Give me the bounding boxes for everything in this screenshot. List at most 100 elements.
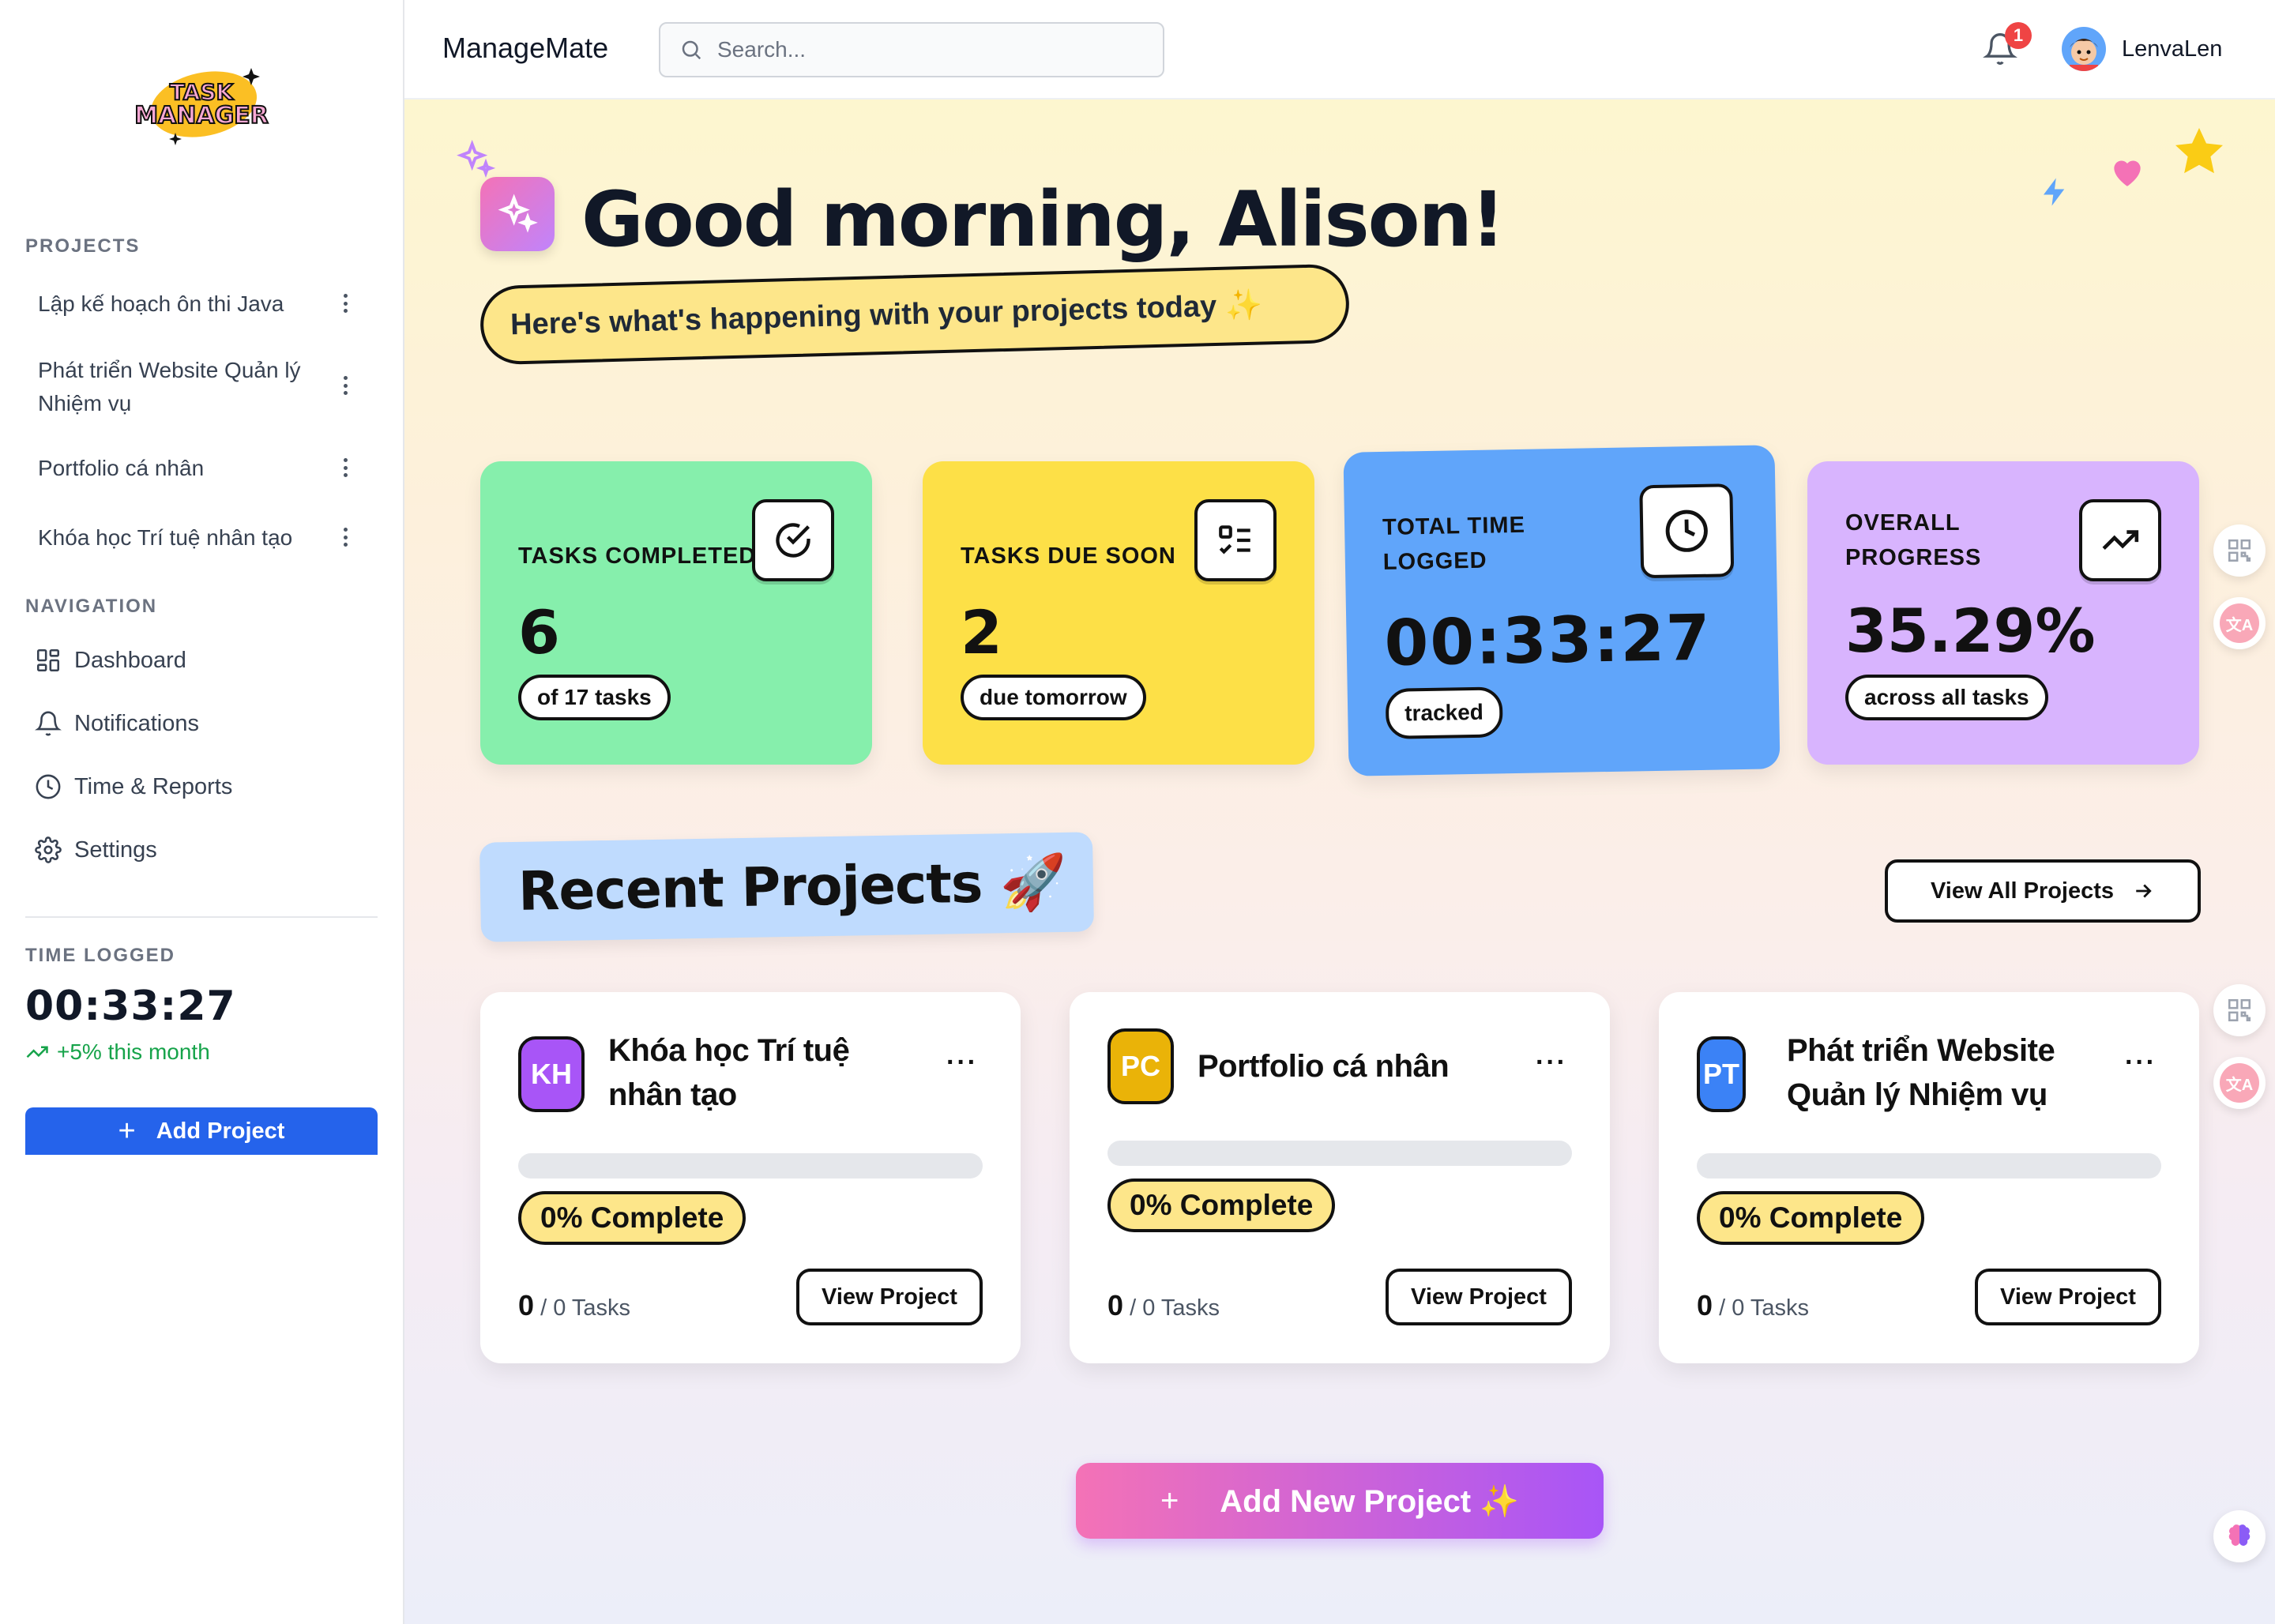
stat-label: TOTAL TIME LOGGED: [1382, 512, 1526, 575]
project-menu-icon[interactable]: [338, 523, 352, 551]
sidebar-project-item[interactable]: Phát triển Website Quản lý Nhiệm vụ: [38, 354, 338, 420]
stat-card-tasks-completed[interactable]: TASKS COMPLETED 6 of 17 tasks: [480, 461, 872, 765]
project-menu-icon[interactable]: [338, 289, 352, 318]
project-menu-icon[interactable]: [338, 453, 352, 482]
nav-label: Dashboard: [74, 647, 186, 673]
more-options-icon[interactable]: ···: [1536, 1047, 1567, 1078]
tasks-total: / 0 Tasks: [540, 1295, 630, 1321]
check-circle-icon: [752, 499, 834, 581]
project-initials-avatar: PC: [1107, 1028, 1174, 1104]
qr-scan-icon[interactable]: [2213, 524, 2266, 577]
project-task-count: 0 / 0 Tasks: [518, 1289, 630, 1322]
plus-icon: +: [1160, 1483, 1179, 1518]
stat-label: TASKS COMPLETED: [518, 543, 757, 569]
stat-card-tasks-due[interactable]: TASKS DUE SOON 2 due tomorrow: [923, 461, 1314, 765]
translate-icon[interactable]: 文A: [2213, 597, 2266, 649]
search-input[interactable]: [717, 37, 1144, 62]
project-initials-avatar: KH: [518, 1036, 585, 1112]
stat-card-total-time[interactable]: TOTAL TIME LOGGED 00:33:27 tracked: [1343, 445, 1781, 776]
tasks-done: 0: [518, 1289, 535, 1321]
stat-value: 35.29%: [1845, 596, 2096, 666]
nav-label: Notifications: [74, 710, 199, 736]
add-new-project-label: Add New Project ✨: [1220, 1483, 1520, 1519]
app-name[interactable]: ManageMate: [442, 32, 608, 65]
project-task-count: 0 / 0 Tasks: [1107, 1289, 1220, 1322]
view-all-label: View All Projects: [1930, 878, 2115, 904]
checklist-icon: [1194, 499, 1277, 581]
navigation-section-label: NAVIGATION: [25, 596, 158, 617]
project-card-name[interactable]: Phát triển Website Quản lý Nhiệm vụ: [1787, 1028, 2087, 1117]
arrow-right-icon: [2136, 884, 2152, 898]
topbar: ManageMate 1 LenvaLen: [404, 0, 2275, 100]
project-card[interactable]: PC Portfolio cá nhân ··· 0% Complete 0 /…: [1070, 992, 1610, 1363]
nav-settings[interactable]: Settings: [35, 833, 157, 867]
star-icon: [2175, 128, 2223, 174]
project-progress-bar: [1107, 1141, 1572, 1166]
stat-subtext: tracked: [1385, 686, 1503, 739]
stat-value: 00:33:27: [1383, 600, 1713, 680]
tasks-total: / 0 Tasks: [1719, 1295, 1809, 1321]
trending-up-icon: [26, 1046, 48, 1058]
time-logged-value: 00:33:27: [25, 983, 236, 1030]
project-card-name[interactable]: Khóa học Trí tuệ nhân tạo: [608, 1028, 908, 1117]
more-options-icon[interactable]: ···: [946, 1047, 978, 1078]
project-percent-badge: 0% Complete: [518, 1191, 746, 1245]
add-new-project-button[interactable]: + Add New Project ✨: [1076, 1463, 1604, 1539]
trending-up-icon: [2079, 499, 2161, 581]
project-menu-icon[interactable]: [338, 371, 352, 400]
stat-label: TASKS DUE SOON: [961, 543, 1176, 569]
greeting-heading: Good morning, Alison!: [581, 175, 1506, 264]
add-project-button[interactable]: + Add Project: [25, 1107, 378, 1155]
sparkle-badge-icon: [480, 177, 555, 251]
add-project-label: Add Project: [156, 1118, 285, 1144]
search-icon: [682, 40, 701, 60]
sparkle-icon: [457, 140, 496, 179]
nav-time-reports[interactable]: Time & Reports: [35, 769, 232, 804]
project-percent-badge: 0% Complete: [1697, 1191, 1925, 1245]
search-box[interactable]: [659, 22, 1164, 77]
project-task-count: 0 / 0 Tasks: [1697, 1289, 1809, 1322]
brain-assistant-icon[interactable]: [2213, 1510, 2266, 1562]
project-card[interactable]: KH Khóa học Trí tuệ nhân tạo ··· 0% Comp…: [480, 992, 1021, 1363]
stat-subtext: of 17 tasks: [518, 675, 671, 720]
more-options-icon[interactable]: ···: [2125, 1047, 2157, 1078]
task-manager-logo[interactable]: TASK MANAGER: [118, 60, 284, 147]
greeting-subtitle: Here's what's happening with your projec…: [479, 263, 1351, 366]
stat-subtext: across all tasks: [1845, 675, 2048, 720]
username[interactable]: LenvaLen: [2122, 36, 2222, 62]
view-project-button[interactable]: View Project: [1386, 1269, 1572, 1325]
sidebar-divider: [25, 916, 378, 918]
clock-icon: [36, 774, 61, 799]
tasks-done: 0: [1697, 1289, 1713, 1321]
stat-subtext: due tomorrow: [961, 675, 1146, 720]
lightning-icon: [2044, 178, 2065, 206]
project-percent-badge: 0% Complete: [1107, 1179, 1336, 1232]
project-initials-avatar: PT: [1697, 1036, 1746, 1112]
project-card[interactable]: PT Phát triển Website Quản lý Nhiệm vụ ·…: [1659, 992, 2199, 1363]
stat-label: OVERALL PROGRESS: [1845, 510, 1982, 570]
translate-icon[interactable]: 文A: [2213, 1057, 2266, 1109]
time-logged-label: TIME LOGGED: [25, 945, 175, 966]
sidebar-project-item[interactable]: Portfolio cá nhân: [38, 452, 354, 485]
svg-text:MANAGER: MANAGER: [134, 102, 269, 130]
time-trend: +5% this month: [25, 1039, 210, 1065]
sidebar: TASK MANAGER PROJECTS Lập kế hoạch ôn th…: [0, 0, 404, 1624]
tasks-done: 0: [1107, 1289, 1124, 1321]
sidebar-project-item[interactable]: Khóa học Trí tuệ nhân tạo: [38, 521, 354, 554]
stat-card-overall-progress[interactable]: OVERALL PROGRESS 35.29% across all tasks: [1807, 461, 2199, 765]
project-card-name[interactable]: Portfolio cá nhân: [1198, 1044, 1498, 1088]
nav-notifications[interactable]: Notifications: [35, 706, 199, 741]
plus-icon: +: [118, 1114, 136, 1148]
view-project-button[interactable]: View Project: [1975, 1269, 2161, 1325]
nav-label: Settings: [74, 836, 157, 863]
avatar[interactable]: [2062, 27, 2106, 71]
nav-dashboard[interactable]: Dashboard: [35, 643, 186, 678]
tasks-total: / 0 Tasks: [1130, 1295, 1220, 1321]
sidebar-project-item[interactable]: Lập kế hoạch ôn thi Java: [38, 288, 354, 321]
nav-label: Time & Reports: [74, 773, 233, 799]
qr-scan-icon[interactable]: [2213, 984, 2266, 1036]
project-progress-bar: [1697, 1153, 2161, 1179]
projects-section-label: PROJECTS: [25, 235, 141, 257]
view-all-projects-button[interactable]: View All Projects: [1885, 859, 2201, 923]
view-project-button[interactable]: View Project: [796, 1269, 983, 1325]
